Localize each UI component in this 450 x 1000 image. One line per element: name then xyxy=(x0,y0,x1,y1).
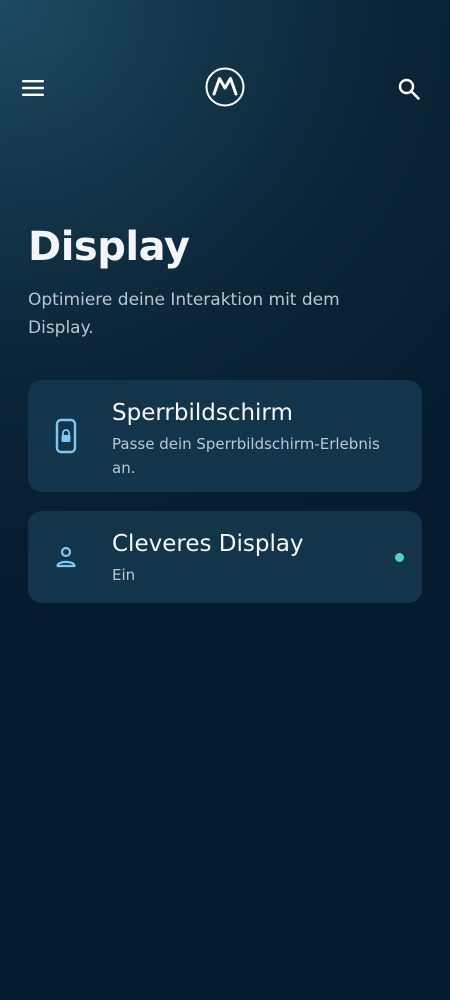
status-on-indicator xyxy=(395,553,404,562)
motorola-logo-icon xyxy=(205,67,245,107)
search-button[interactable] xyxy=(396,76,422,102)
lock-screen-description: Passe dein Sperrbildschirm-Erlebnis an. xyxy=(112,435,380,477)
motorola-logo xyxy=(205,67,245,107)
lock-screen-title: Sperrbildschirm xyxy=(112,400,293,426)
menu-button[interactable] xyxy=(20,76,46,100)
person-icon xyxy=(54,539,78,575)
lock-screen-phone-icon xyxy=(54,418,78,454)
top-app-bar xyxy=(0,0,450,176)
page-subtitle: Optimiere deine Interaktion mit dem Disp… xyxy=(28,290,340,338)
search-icon xyxy=(398,78,420,100)
smart-display-status-text: Ein xyxy=(112,566,136,584)
smart-display-card[interactable]: Cleveres Display Ein xyxy=(28,511,422,603)
lock-screen-card[interactable]: Sperrbildschirm Passe dein Sperrbildschi… xyxy=(28,380,422,492)
smart-display-title: Cleveres Display xyxy=(112,531,304,557)
page-title: Display xyxy=(28,224,190,270)
hamburger-menu-icon xyxy=(22,80,44,96)
